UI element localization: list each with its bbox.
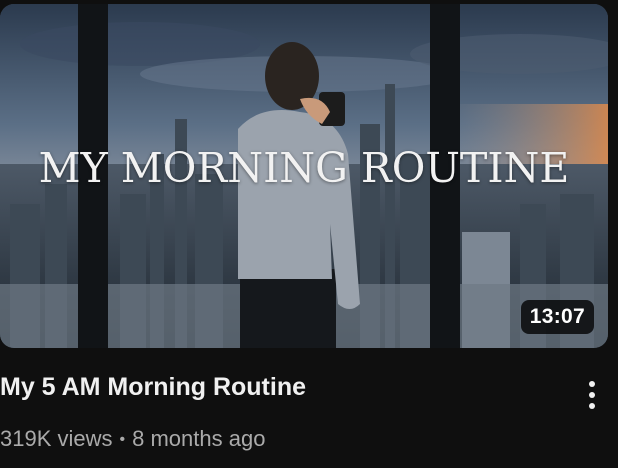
- more-dot: [589, 403, 595, 409]
- video-metadata: 319K views • 8 months ago: [0, 426, 265, 452]
- duration-badge: 13:07: [520, 300, 594, 334]
- video-card[interactable]: MY MORNING ROUTINE 13:07 My 5 AM Morning…: [0, 0, 618, 468]
- meta-separator: •: [119, 431, 126, 448]
- more-vertical-icon[interactable]: [578, 375, 606, 415]
- view-count: 319K views: [0, 426, 113, 451]
- video-thumbnail[interactable]: MY MORNING ROUTINE 13:07: [0, 4, 608, 348]
- thumbnail-title-text: MY MORNING ROUTINE: [38, 144, 570, 192]
- more-dot: [589, 392, 595, 398]
- more-dot: [589, 381, 595, 387]
- upload-age: 8 months ago: [132, 426, 266, 451]
- video-title[interactable]: My 5 AM Morning Routine: [0, 373, 306, 402]
